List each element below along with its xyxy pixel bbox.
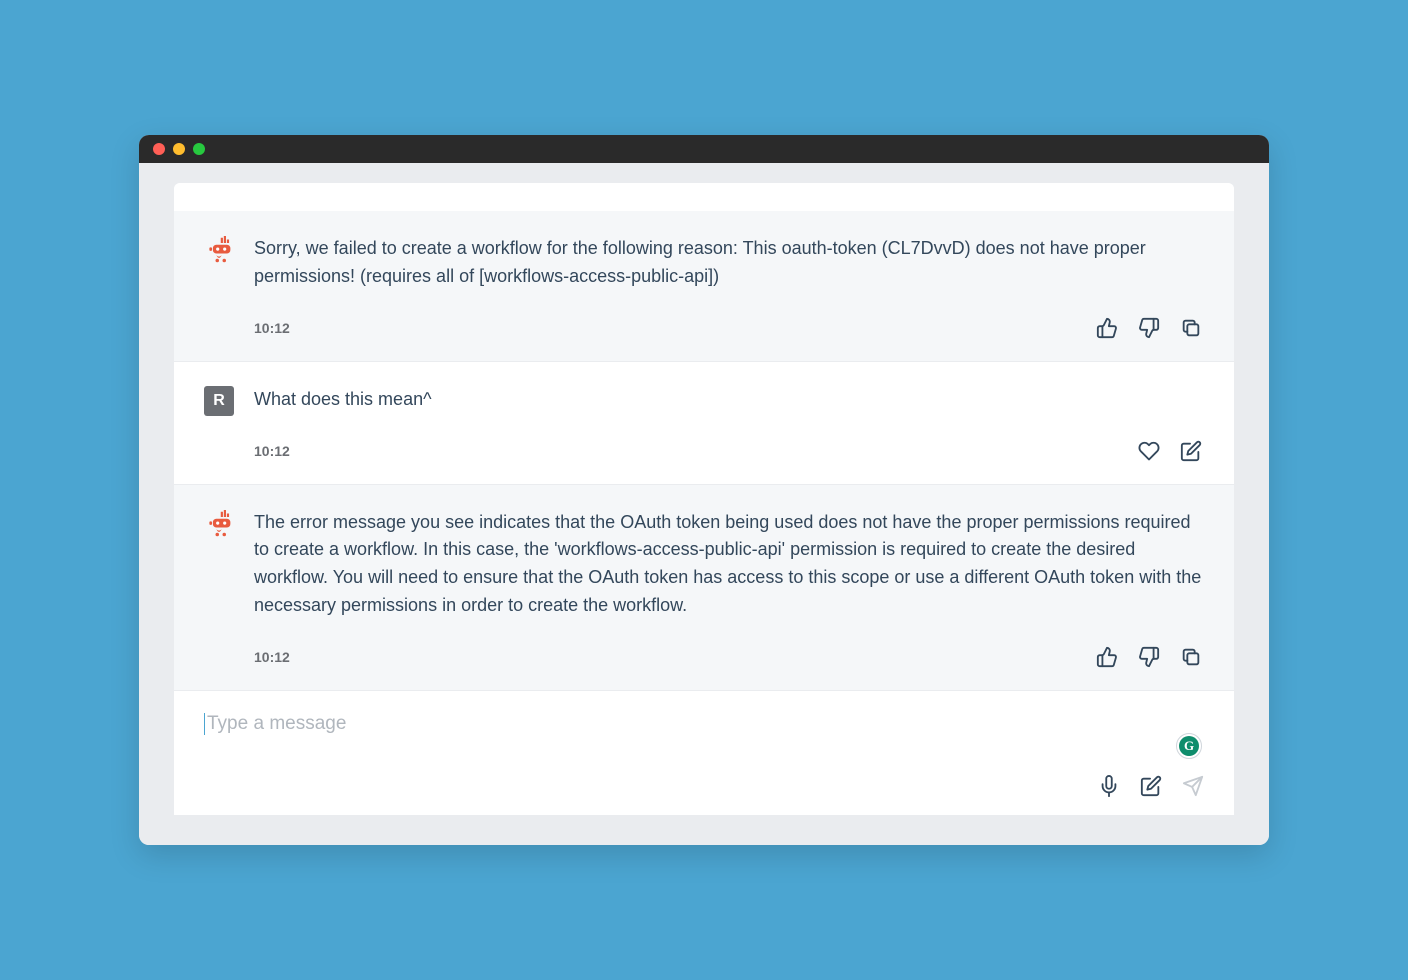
send-button[interactable]	[1182, 775, 1204, 797]
message-footer: 10:12	[254, 644, 1204, 670]
message-footer: 10:12	[254, 315, 1204, 341]
mic-button[interactable]	[1098, 775, 1120, 797]
message-actions	[1094, 315, 1204, 341]
maximize-window-button[interactable]	[193, 143, 205, 155]
thumbs-down-icon	[1138, 646, 1160, 668]
chat-area: Sorry, we failed to create a workflow fo…	[139, 163, 1269, 845]
grammarly-badge[interactable]: G	[1176, 733, 1202, 759]
input-placeholder: Type a message	[207, 713, 346, 735]
bot-avatar-icon	[204, 509, 234, 539]
mic-icon	[1098, 775, 1120, 797]
message-input[interactable]: Type a message	[204, 713, 1204, 735]
heart-button[interactable]	[1136, 438, 1162, 464]
timestamp: 10:12	[254, 443, 290, 459]
copy-button[interactable]	[1178, 644, 1204, 670]
thumbs-down-button[interactable]	[1136, 644, 1162, 670]
thumbs-up-button[interactable]	[1094, 644, 1120, 670]
chat-window: Sorry, we failed to create a workflow fo…	[139, 135, 1269, 845]
text-caret	[204, 713, 205, 735]
message-user: R What does this mean^ 10:12	[174, 362, 1234, 485]
bot-avatar-icon	[204, 235, 234, 265]
message-bot: Sorry, we failed to create a workflow fo…	[174, 211, 1234, 362]
close-window-button[interactable]	[153, 143, 165, 155]
composer: Type a message G	[174, 690, 1234, 815]
timestamp: 10:12	[254, 649, 290, 665]
compose-icon	[1140, 775, 1162, 797]
thumbs-down-button[interactable]	[1136, 315, 1162, 341]
message-body: The error message you see indicates that…	[254, 509, 1204, 671]
thumbs-down-icon	[1138, 317, 1160, 339]
minimize-window-button[interactable]	[173, 143, 185, 155]
message-text: The error message you see indicates that…	[254, 509, 1204, 621]
message-list: Sorry, we failed to create a workflow fo…	[174, 183, 1234, 815]
composer-toolbar: G	[204, 775, 1204, 797]
grammarly-icon: G	[1179, 736, 1199, 756]
user-avatar: R	[204, 386, 234, 416]
timestamp: 10:12	[254, 320, 290, 336]
message-text: What does this mean^	[254, 386, 1204, 414]
compose-button[interactable]	[1140, 775, 1162, 797]
titlebar	[139, 135, 1269, 163]
copy-button[interactable]	[1178, 315, 1204, 341]
message-text: Sorry, we failed to create a workflow fo…	[254, 235, 1204, 291]
message-body: What does this mean^ 10:12	[254, 386, 1204, 464]
message-body: Sorry, we failed to create a workflow fo…	[254, 235, 1204, 341]
send-icon	[1182, 775, 1204, 797]
message-actions	[1094, 644, 1204, 670]
copy-icon	[1180, 317, 1202, 339]
thumbs-up-icon	[1096, 646, 1118, 668]
copy-icon	[1180, 646, 1202, 668]
heart-icon	[1138, 440, 1160, 462]
thumbs-up-icon	[1096, 317, 1118, 339]
thumbs-up-button[interactable]	[1094, 315, 1120, 341]
spacer	[174, 183, 1234, 211]
edit-button[interactable]	[1178, 438, 1204, 464]
message-footer: 10:12	[254, 438, 1204, 464]
message-actions	[1136, 438, 1204, 464]
edit-icon	[1180, 440, 1202, 462]
message-bot: The error message you see indicates that…	[174, 485, 1234, 691]
